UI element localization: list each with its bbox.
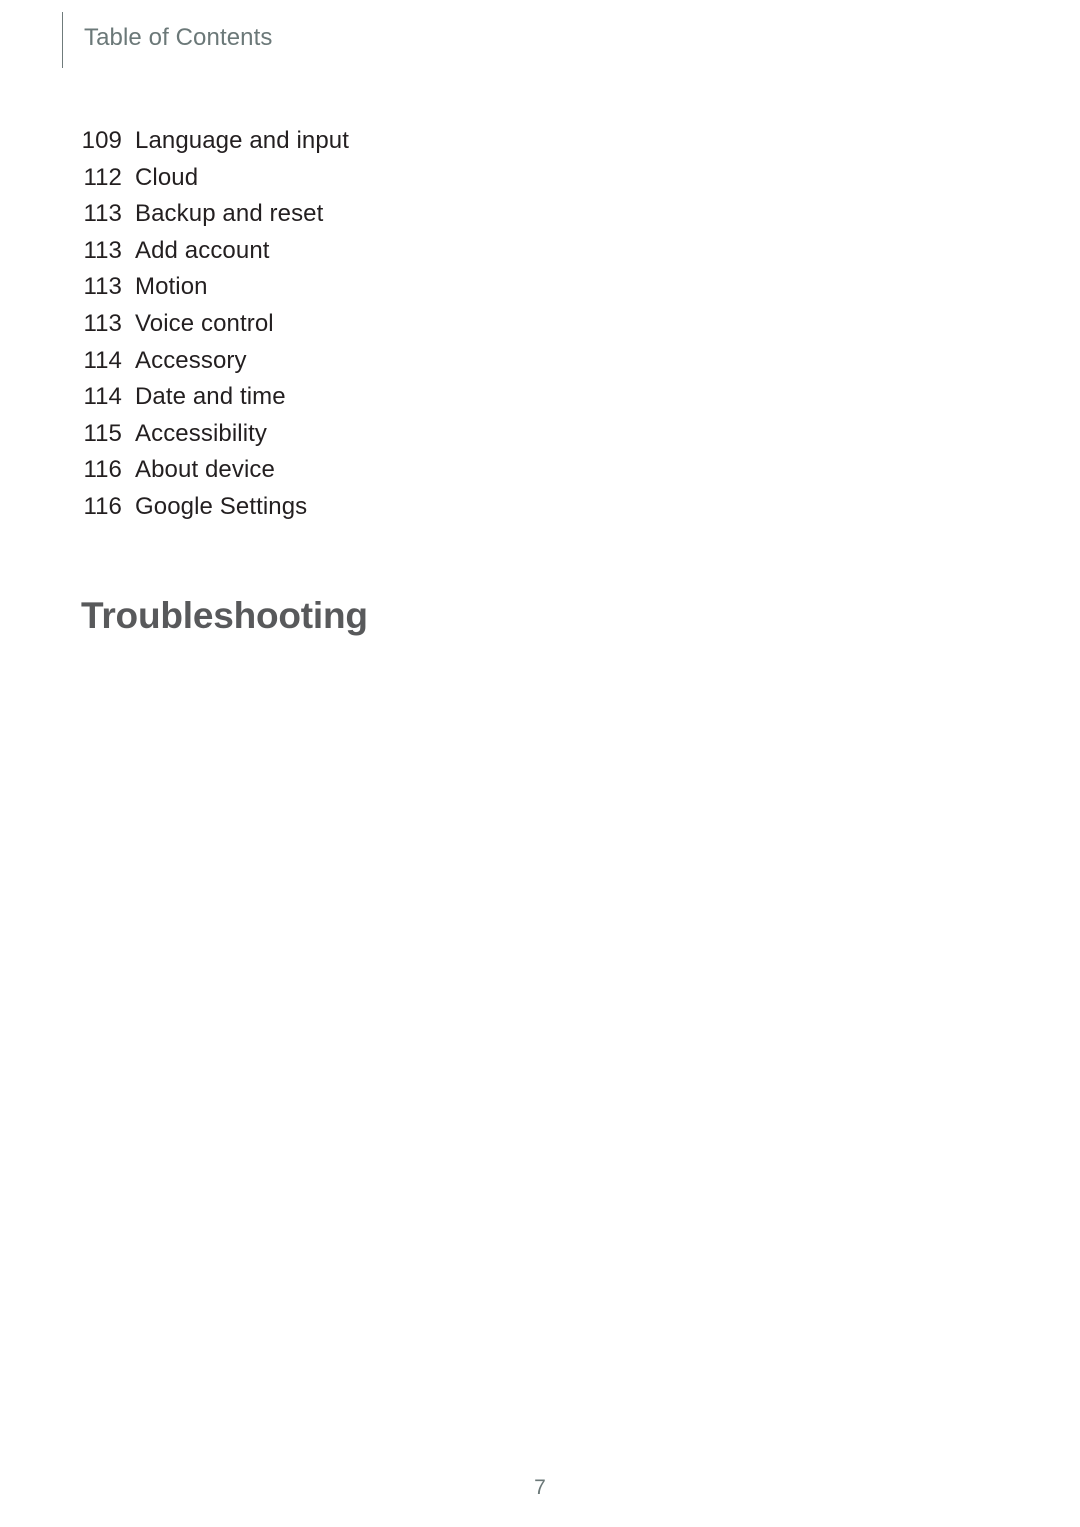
toc-entry[interactable]: 116 Google Settings [0, 489, 1080, 526]
table-of-contents-list: 109 Language and input 112 Cloud 113 Backup a… [0, 123, 1080, 526]
toc-entry-page-number: 114 [83, 346, 122, 374]
toc-entry-label: Add account [135, 236, 270, 264]
running-header: Table of Contents [62, 12, 273, 68]
toc-entry-page-number: 114 [83, 383, 122, 411]
toc-entry-label: Language and input [135, 127, 350, 154]
toc-entry-label: Cloud [135, 163, 199, 191]
toc-entry[interactable]: 113 Voice control [0, 306, 1080, 343]
toc-entry[interactable]: 116 About device [0, 452, 1080, 489]
toc-entry-label: Date and time [135, 383, 286, 411]
footer-page-number: 7 [534, 1476, 546, 1499]
toc-entry-page-number: 115 [83, 419, 122, 447]
toc-entry-label: Accessibility [135, 419, 267, 447]
toc-entry[interactable]: 113 Backup and reset [0, 196, 1080, 233]
toc-entry[interactable]: 109 Language and input [0, 123, 1080, 160]
toc-entry-page-number: 113 [83, 200, 122, 228]
toc-entry-label: Accessory [135, 346, 247, 374]
toc-entry-label: Google Settings [135, 492, 308, 520]
running-header-title: Table of Contents [84, 24, 273, 51]
toc-entry-page-number: 113 [83, 309, 122, 337]
toc-entry-page-number: 113 [83, 236, 122, 264]
toc-entry-label: Voice control [135, 309, 274, 337]
toc-entry-label: About device [135, 456, 275, 484]
header-vertical-rule [62, 12, 63, 68]
toc-entry[interactable]: 112 Cloud [0, 160, 1080, 197]
toc-entry-label: Backup and reset [135, 200, 324, 228]
toc-entry[interactable]: 113 Add account [0, 233, 1080, 270]
toc-entry-page-number: 116 [83, 492, 122, 520]
toc-entry[interactable]: 114 Date and time [0, 379, 1080, 416]
toc-entry-page-number: 109 [81, 127, 122, 154]
toc-entry-page-number: 113 [83, 273, 122, 301]
toc-entry[interactable]: 115 Accessibility [0, 416, 1080, 453]
toc-entry[interactable]: 114 Accessory [0, 343, 1080, 380]
toc-entry-page-number: 116 [83, 456, 122, 484]
section-heading-troubleshooting: Troubleshooting [81, 595, 368, 636]
toc-entry[interactable]: 113 Motion [0, 269, 1080, 306]
toc-entry-label: Motion [135, 273, 208, 301]
toc-entry-page-number: 112 [83, 163, 122, 191]
document-page: Table of Contents 109 Language and input 1… [0, 0, 1080, 1527]
